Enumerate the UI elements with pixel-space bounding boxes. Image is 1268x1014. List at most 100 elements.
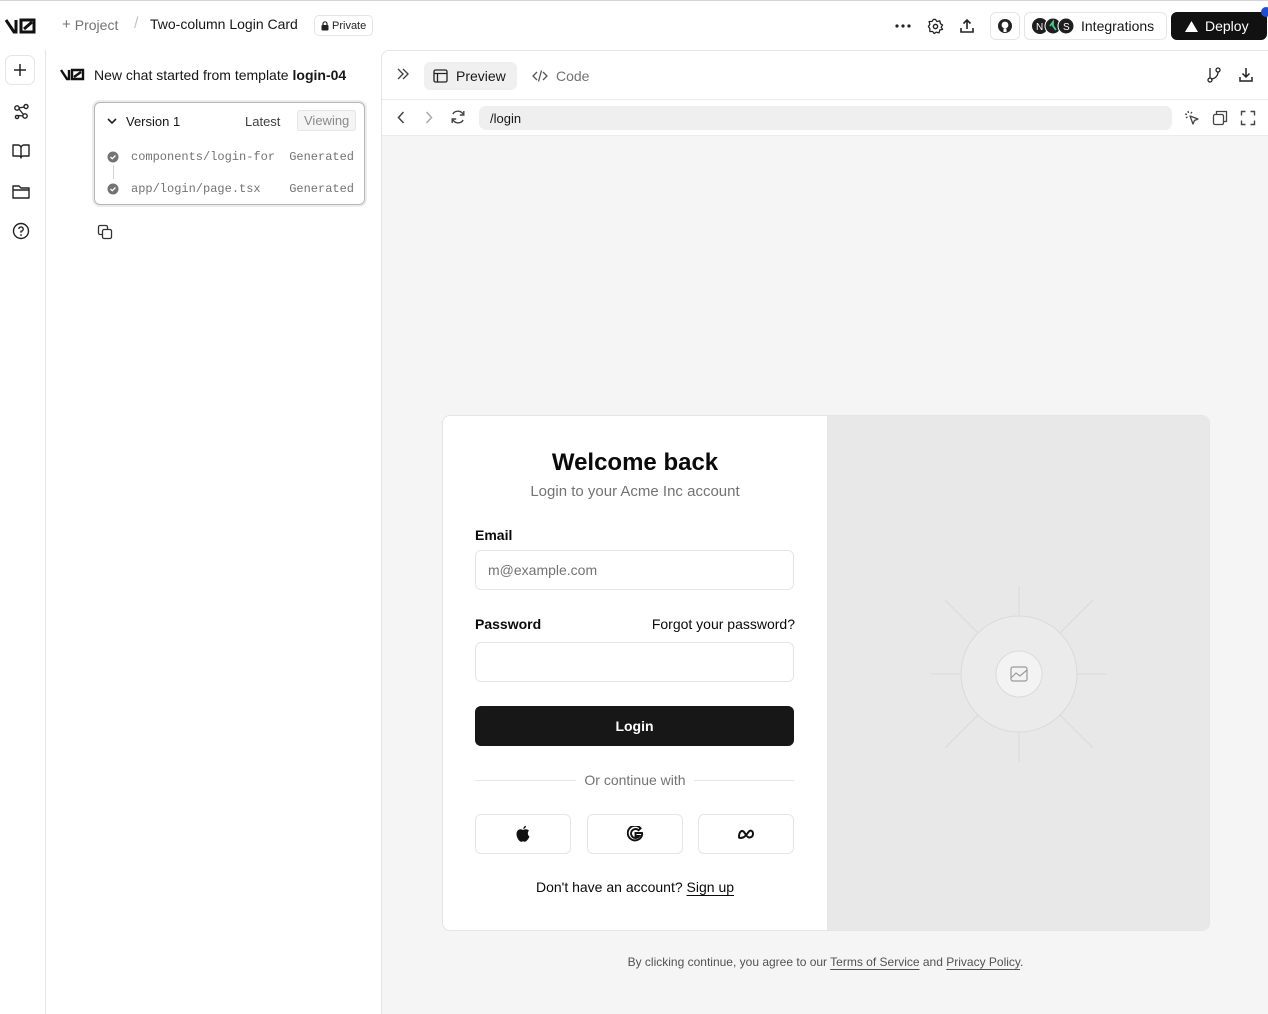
file-row[interactable]: components/login-for... Generated: [107, 148, 354, 166]
download-icon: [1238, 67, 1254, 83]
v0-logo[interactable]: [4, 15, 38, 37]
integrations-label: Integrations: [1081, 18, 1155, 34]
top-bar: + Project / Two-column Login Card Privat…: [0, 0, 1268, 50]
community-button[interactable]: [8, 98, 34, 124]
meta-login-button[interactable]: [698, 814, 794, 854]
file-connector: [113, 165, 114, 179]
login-card: Welcome back Login to your Acme Inc acco…: [442, 415, 1210, 931]
welcome-subheading: Login to your Acme Inc account: [530, 483, 740, 500]
collapse-sidebar-button[interactable]: [396, 67, 410, 81]
apple-icon: [515, 825, 531, 843]
plus-icon: +: [62, 16, 71, 33]
github-icon: [997, 18, 1013, 34]
upload-icon: [959, 18, 975, 34]
email-field[interactable]: m@example.com: [475, 550, 794, 590]
forward-button[interactable]: [425, 111, 433, 124]
folder-icon: [12, 184, 30, 199]
check-circle-icon: [107, 183, 119, 195]
gear-icon: [927, 18, 944, 35]
file-name: components/login-for...: [131, 150, 274, 164]
share-button[interactable]: [956, 15, 978, 37]
tab-code-label: Code: [556, 68, 590, 84]
terms-link[interactable]: Terms of Service: [830, 955, 919, 969]
terms-footer: By clicking continue, you agree to our T…: [382, 955, 1268, 969]
chat-column: New chat started from template login-04 …: [46, 50, 381, 1014]
welcome-heading: Welcome back: [551, 449, 719, 476]
file-row[interactable]: app/login/page.tsx Generated: [107, 180, 354, 198]
github-button[interactable]: [990, 12, 1020, 40]
book-open-icon: [12, 143, 30, 159]
login-button-label: Login: [615, 718, 654, 734]
projects-button[interactable]: [8, 178, 34, 204]
project-label: Project: [74, 16, 119, 33]
settings-button[interactable]: [924, 15, 946, 37]
password-field[interactable]: [475, 642, 794, 682]
tab-preview[interactable]: Preview: [424, 62, 517, 90]
deploy-label: Deploy: [1205, 18, 1249, 34]
breadcrumb-separator: /: [134, 15, 139, 32]
copy-window-icon: [1212, 110, 1228, 126]
chevron-right-icon: [425, 111, 433, 124]
signup-prompt: Don't have an account?: [535, 879, 683, 895]
svg-text:S: S: [1063, 22, 1070, 33]
image-placeholder: [827, 416, 1209, 930]
git-branch-icon: [1206, 67, 1222, 83]
file-name: app/login/page.tsx: [131, 182, 261, 196]
file-status: Generated: [289, 150, 354, 164]
google-login-button[interactable]: [587, 814, 683, 854]
forgot-password-link[interactable]: Forgot your password?: [652, 616, 795, 632]
version-card[interactable]: Version 1 Latest Viewing components/logi…: [94, 102, 365, 205]
preview-panel: Preview Code /login Welcome back Login t…: [381, 50, 1268, 1014]
plus-icon: [12, 62, 28, 78]
more-menu-button[interactable]: [892, 15, 914, 37]
footer-and: and: [922, 955, 943, 969]
fork-button[interactable]: [1206, 67, 1222, 83]
footer-prefix: By clicking continue, you agree to our: [627, 955, 828, 969]
back-button[interactable]: [397, 111, 405, 124]
apple-login-button[interactable]: [475, 814, 571, 854]
refresh-button[interactable]: [450, 109, 466, 125]
help-button[interactable]: [8, 218, 34, 244]
integrations-icons: NS: [1031, 17, 1075, 35]
code-icon: [532, 69, 548, 83]
copy-icon: [97, 224, 115, 240]
docs-button[interactable]: [8, 138, 34, 164]
login-button[interactable]: Login: [475, 706, 794, 746]
new-chat-button[interactable]: [5, 55, 35, 85]
visibility-label: Private: [332, 19, 367, 32]
version-title: Version 1: [126, 114, 181, 129]
meta-icon: [737, 828, 755, 840]
version-toggle[interactable]: Version 1: [107, 114, 180, 129]
ellipsis-icon: [895, 24, 911, 28]
select-element-button[interactable]: [1184, 110, 1200, 126]
refresh-icon: [450, 109, 466, 125]
lock-icon: [321, 20, 329, 31]
download-button[interactable]: [1238, 67, 1254, 83]
template-name: login-04: [292, 67, 347, 83]
google-icon: [626, 825, 644, 843]
nodes-icon: [13, 103, 30, 120]
tab-code[interactable]: Code: [532, 62, 589, 90]
panel-header: Preview Code: [382, 51, 1268, 100]
url-toolbar: /login: [382, 100, 1268, 136]
signup-link[interactable]: Sign up: [687, 879, 734, 895]
password-label: Password: [475, 616, 542, 632]
fullscreen-button[interactable]: [1240, 110, 1256, 126]
viewing-badge: Viewing: [297, 110, 357, 131]
integrations-button[interactable]: NS Integrations: [1024, 12, 1167, 40]
check-circle-icon: [107, 151, 119, 163]
visibility-badge[interactable]: Private: [314, 15, 374, 36]
chevron-down-icon: [107, 118, 117, 125]
open-new-tab-button[interactable]: [1212, 110, 1228, 126]
divider: Or continue with: [443, 772, 827, 788]
copy-button[interactable]: [97, 224, 115, 242]
help-circle-icon: [12, 222, 30, 240]
footer-suffix: .: [1020, 955, 1024, 969]
notification-dot: [1261, 7, 1268, 17]
chat-title[interactable]: Two-column Login Card: [150, 16, 298, 32]
privacy-link[interactable]: Privacy Policy: [946, 955, 1020, 969]
new-project-button[interactable]: + Project: [62, 16, 118, 33]
deploy-button[interactable]: Deploy: [1171, 12, 1267, 40]
login-form: Welcome back Login to your Acme Inc acco…: [443, 416, 827, 930]
url-field[interactable]: /login: [479, 106, 1172, 130]
